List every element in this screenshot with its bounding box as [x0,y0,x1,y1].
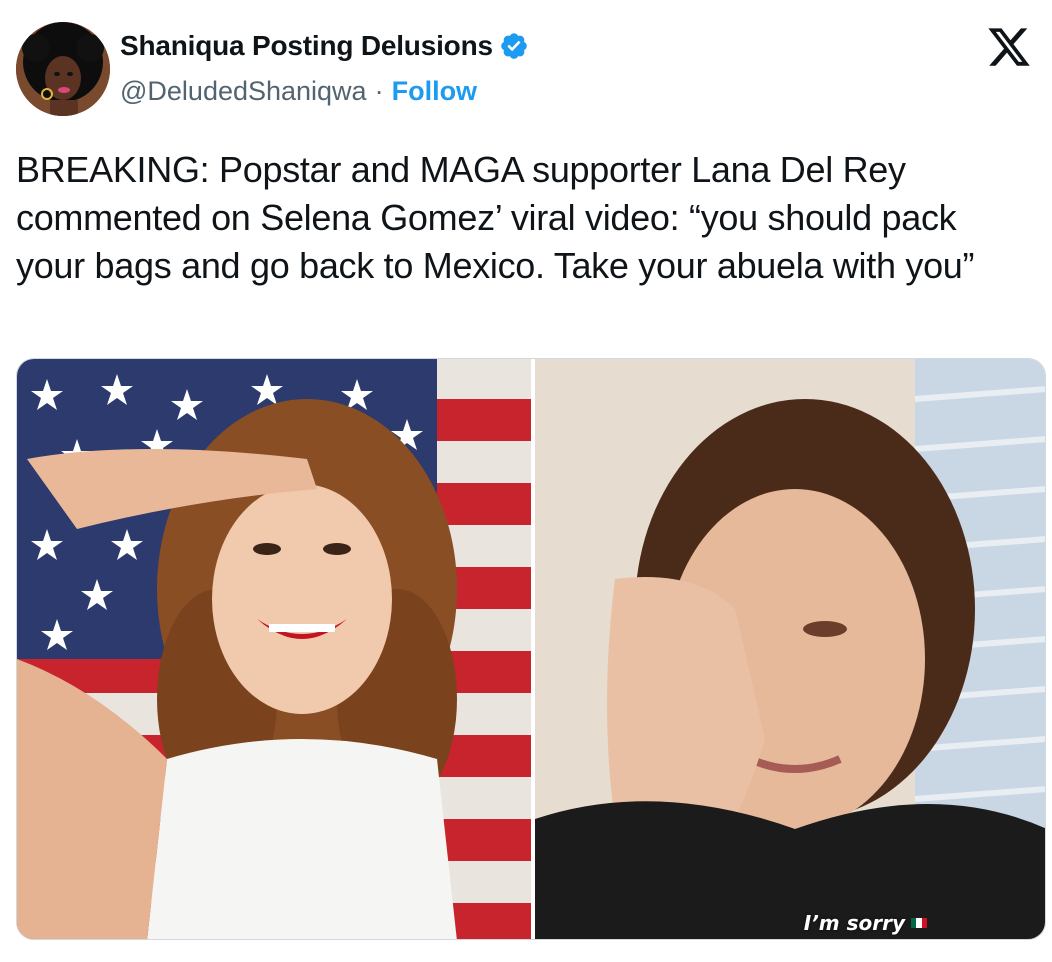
separator: · [374,76,384,106]
media-image-left[interactable] [17,359,531,939]
media-grid[interactable]: I’m sorry [16,358,1046,940]
tweet-text: BREAKING: Popstar and MAGA supporter Lan… [16,149,975,286]
x-logo-icon[interactable] [986,24,1032,70]
avatar-illustration [16,22,110,116]
flag-portrait-photo [17,359,531,939]
handle[interactable]: @DeludedShaniqwa [120,76,367,107]
verified-badge-icon [499,31,529,61]
follow-button[interactable]: Follow [392,76,477,107]
avatar[interactable] [16,22,110,116]
crying-selfie-photo [535,359,1045,939]
mexico-flag-icon [911,918,927,928]
caption-text: I’m sorry [803,911,905,935]
media-caption: I’m sorry [804,911,927,935]
media-image-right[interactable]: I’m sorry [535,359,1045,939]
display-name[interactable]: Shaniqua Posting Delusions [120,30,493,62]
